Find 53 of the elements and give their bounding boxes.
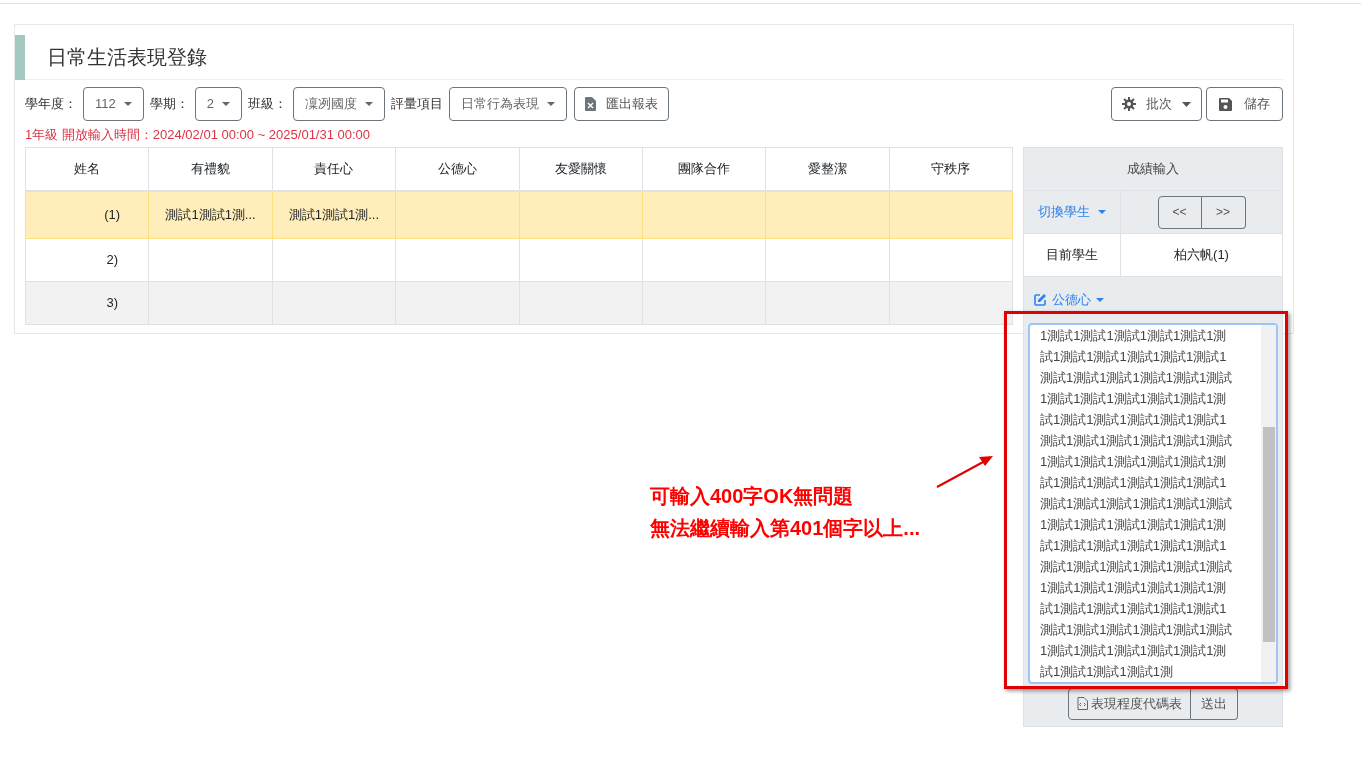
caret-icon xyxy=(221,102,230,106)
code-table-button[interactable]: 表現程度代碼表 xyxy=(1068,687,1191,720)
title-accent xyxy=(15,34,25,80)
student-name: 2) xyxy=(106,252,118,268)
batch-button[interactable]: 批次 xyxy=(1111,87,1202,121)
student-name: 3) xyxy=(106,295,118,311)
column-header: 愛整潔 xyxy=(765,147,890,191)
previous-button[interactable]: << xyxy=(1157,195,1202,229)
current-student-label: 目前學生 xyxy=(1024,234,1121,276)
settings-icon xyxy=(1122,97,1136,111)
table-cell: 測試1測試1測... xyxy=(165,207,256,222)
column-header: 友愛關懷 xyxy=(519,147,643,191)
panel-title: 成績輸入 xyxy=(1024,148,1282,191)
filter-select[interactable]: 112 xyxy=(83,87,144,121)
excel-file-icon xyxy=(584,97,596,111)
caret-icon xyxy=(1096,297,1104,302)
table-row[interactable]: 2) xyxy=(25,238,1013,282)
filter-label: 學年度： xyxy=(25,95,77,114)
filter-label: 評量項目 xyxy=(390,95,443,114)
table-row[interactable]: (1) 測試1測試1測... 測試1測試1測... xyxy=(25,190,1013,239)
filter-label: 學期： xyxy=(149,95,189,114)
current-student-name: 柏六帆(1) xyxy=(1173,246,1230,265)
caret-icon xyxy=(364,102,373,106)
caret-icon xyxy=(123,102,132,106)
column-header: 有禮貌 xyxy=(148,147,273,191)
caret-icon xyxy=(546,102,555,106)
caret-icon xyxy=(1182,101,1191,107)
filter-select[interactable]: 日常行為表現 xyxy=(448,87,567,121)
pointer-arrow xyxy=(936,456,993,488)
next-button[interactable]: >> xyxy=(1201,195,1246,229)
save-button[interactable]: 儲存 xyxy=(1206,87,1283,121)
export-button[interactable]: 匯出報表 xyxy=(573,87,669,121)
filter-label: 班級： xyxy=(247,95,287,114)
caret-icon xyxy=(1098,210,1106,214)
comment-textarea[interactable]: 1測試1測試1測試1測試1測試1測試1測試1測試1測試1測試1測試1測試1測試1測試1測試1測試1測試1測試1測試1測試1測試1測試1測試1測試1測試1測試1測試1測試1測試1測試1測試1測試1測試1測試1測試1測試1測試1測試1測試1測試1測試1測試1測試1測試1測試1測試1測試1測試1測試1測試1測試1測試1測試1測試1測試1測試1測試1測試1測試1測試1測試1測試1測試1測試1測試1測試1測試1測試1測試1測試1測試1測試1測試1測試1測試1測試1測試1測試1測試1測試1測試1測試1測試1測試1測試1測試1測試1測試1測試1測試1測試1測試1測試1測試1測 xyxy=(1028,322,1278,684)
page-title: 日常生活表現登錄 xyxy=(47,45,207,70)
annotation-text: 無法繼續輸入第401個字以上... xyxy=(650,516,921,541)
switch-student-dropdown[interactable]: 切換學生 xyxy=(1024,191,1121,233)
field-dropdown[interactable]: 公德心 xyxy=(1034,290,1104,310)
column-header: 公德心 xyxy=(395,147,519,191)
annotation-text: 可輸入400字OK無問題 xyxy=(650,484,855,509)
column-header: 團隊合作 xyxy=(642,147,766,191)
table-cell: 測試1測試1測... xyxy=(288,207,380,222)
student-name: (1) xyxy=(104,207,121,222)
column-header: 責任心 xyxy=(272,147,396,191)
column-header: 守秩序 xyxy=(889,147,1013,191)
table-row[interactable]: 3) xyxy=(25,281,1013,325)
edit-icon xyxy=(1034,293,1047,307)
column-header: 姓名 xyxy=(25,147,149,191)
code-file-icon xyxy=(1077,697,1088,710)
filter-select[interactable]: 凜冽國度 xyxy=(292,87,385,121)
open-period-notice: 1年級 開放輸入時間：2024/02/01 00:00 ~ 2025/01/31 00:00 xyxy=(25,127,372,143)
filter-select[interactable]: 2 xyxy=(194,87,242,121)
